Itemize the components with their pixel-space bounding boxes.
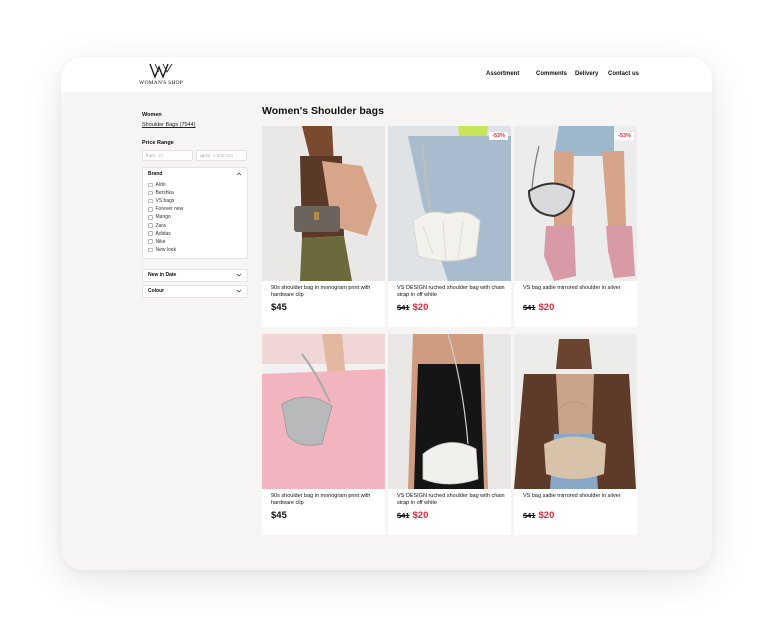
sale-price: $20: [538, 302, 555, 313]
brand-checkbox[interactable]: [148, 198, 153, 204]
logo-text: WOMAN'S SHOP: [139, 80, 183, 86]
product-price: $45: [271, 302, 287, 313]
brand-filter-panel: Brand Aldo Bershka VS bags Forever new Mango…: [142, 167, 248, 259]
brand-option[interactable]: Forever new: [148, 205, 242, 213]
colour-title: Colour: [148, 288, 165, 295]
price-value: $45: [271, 510, 287, 521]
brand-checkbox[interactable]: [148, 207, 153, 212]
nav-comments[interactable]: Comments: [536, 71, 567, 77]
brand-option-label: New look: [155, 246, 177, 253]
brand-option-label: Nike: [155, 238, 166, 245]
product-image[interactable]: [388, 334, 511, 489]
product-title[interactable]: 90s shoulder bag in monogram print with …: [271, 493, 381, 506]
product-title[interactable]: 90s shoulder bag in monogram print with …: [271, 285, 381, 298]
brand-filter-header[interactable]: Brand: [143, 168, 247, 179]
price-value: $45: [271, 302, 287, 313]
product-price: $41 $20: [523, 302, 554, 313]
price-to-prefix: up to: [200, 153, 211, 158]
sale-price: $20: [412, 510, 429, 521]
filter-sidebar: Women Shoulder Bags (7544) Price Range f…: [142, 112, 248, 298]
sale-price: $20: [412, 302, 429, 313]
product-card[interactable]: VS bag sadie mirrored shoulder in silver…: [514, 334, 637, 535]
nav-contact[interactable]: Contact us: [608, 71, 639, 77]
brand-checkbox[interactable]: [148, 215, 153, 220]
brand-option-label: Bershka: [155, 190, 174, 197]
chevron-down-icon: [236, 274, 242, 277]
brand-option[interactable]: Aldo: [148, 181, 242, 189]
product-title[interactable]: VS DESIGN ruched shoulder bag with chain…: [397, 493, 507, 506]
product-image[interactable]: [514, 334, 637, 489]
colour-panel[interactable]: Colour: [142, 284, 248, 298]
brand-option-label: Adidas: [155, 230, 171, 237]
new-in-date-header: New in Date: [143, 270, 247, 281]
product-image[interactable]: [388, 126, 511, 281]
brand-option[interactable]: Mango: [148, 213, 242, 221]
nav-delivery[interactable]: Delivery: [575, 71, 598, 77]
brand-checkbox[interactable]: [148, 190, 153, 196]
brand-option-label: VS bags: [155, 198, 175, 205]
site-header: WOMAN'S SHOP Assortment Comments Deliver…: [61, 57, 712, 92]
price-to-value: 3 000 000: [213, 153, 234, 158]
price-from-input[interactable]: from 10: [142, 150, 193, 161]
brand-list: Aldo Bershka VS bags Forever new Mango Zara Ad…: [143, 179, 247, 258]
site-logo[interactable]: WOMAN'S SHOP: [137, 63, 185, 87]
brand-checkbox[interactable]: [148, 223, 153, 228]
brand-checkbox[interactable]: [148, 231, 153, 236]
brand-option[interactable]: VS bags: [148, 197, 242, 205]
brand-option[interactable]: Bershka: [148, 189, 242, 197]
product-card[interactable]: VS DESIGN ruched shoulder bag with chain…: [388, 334, 511, 535]
price-range-inputs: from 10 up to 3 000 000: [142, 150, 248, 161]
brand-checkbox[interactable]: [148, 247, 153, 253]
new-in-date-panel[interactable]: New in Date: [142, 268, 248, 282]
product-title[interactable]: VS bag sadie mirrored shoulder in silver: [523, 493, 633, 500]
new-in-date-title: New in Date: [148, 272, 177, 279]
brand-option[interactable]: Nike: [148, 238, 242, 246]
discount-badge: -53%: [489, 132, 508, 140]
product-card[interactable]: 90s shoulder bag in monogram print with …: [262, 126, 385, 327]
product-image[interactable]: [262, 334, 385, 489]
product-image[interactable]: [262, 126, 385, 281]
product-image[interactable]: [514, 126, 637, 281]
product-card[interactable]: -53% VS bag sadie mirrored shoulder in s…: [514, 126, 637, 327]
brand-option[interactable]: Zara: [148, 221, 242, 229]
brand-checkbox[interactable]: [148, 239, 153, 244]
product-price: $41 $20: [397, 302, 428, 313]
chevron-down-icon: [236, 290, 242, 293]
page-title: Women's Shoulder bags: [262, 105, 384, 117]
old-price: $41: [397, 511, 410, 520]
nav-assortment[interactable]: Assortment: [486, 71, 519, 77]
product-card[interactable]: 90s shoulder bag in monogram print with …: [262, 334, 385, 535]
product-title[interactable]: VS bag sadie mirrored shoulder in silver: [523, 285, 633, 292]
brand-checkbox[interactable]: [148, 182, 153, 188]
brand-filter-title: Brand: [148, 170, 163, 177]
browser-window: WOMAN'S SHOP Assortment Comments Deliver…: [61, 57, 712, 570]
old-price: $41: [397, 303, 410, 312]
discount-badge: -53%: [615, 132, 634, 140]
product-card[interactable]: -53% VS DESIGN ruched shoulder bag with …: [388, 126, 511, 327]
brand-option-label: Forever new: [155, 206, 184, 213]
chevron-up-icon: [236, 172, 242, 175]
product-price: $45: [271, 510, 287, 521]
price-from-prefix: from: [146, 153, 155, 158]
product-price: $41 $20: [523, 510, 554, 521]
price-to-input[interactable]: up to 3 000 000: [196, 150, 247, 161]
category-label: Women: [142, 112, 162, 118]
subcategory-link[interactable]: Shoulder Bags (7544): [142, 122, 248, 128]
sale-price: $20: [538, 510, 555, 521]
price-from-value: 10: [158, 153, 164, 158]
brand-option[interactable]: New look: [148, 246, 242, 254]
colour-header: Colour: [143, 286, 247, 297]
brand-option-label: Aldo: [155, 182, 166, 189]
price-range-title: Price Range: [142, 140, 174, 146]
brand-option[interactable]: Adidas: [148, 230, 242, 238]
brand-option-label: Zara: [155, 222, 166, 229]
brand-option-label: Mango: [155, 214, 171, 221]
product-price: $41 $20: [397, 510, 428, 521]
old-price: $41: [523, 303, 536, 312]
product-title[interactable]: VS DESIGN ruched shoulder bag with chain…: [397, 285, 507, 298]
old-price: $41: [523, 511, 536, 520]
logo-w-icon: [149, 63, 173, 79]
